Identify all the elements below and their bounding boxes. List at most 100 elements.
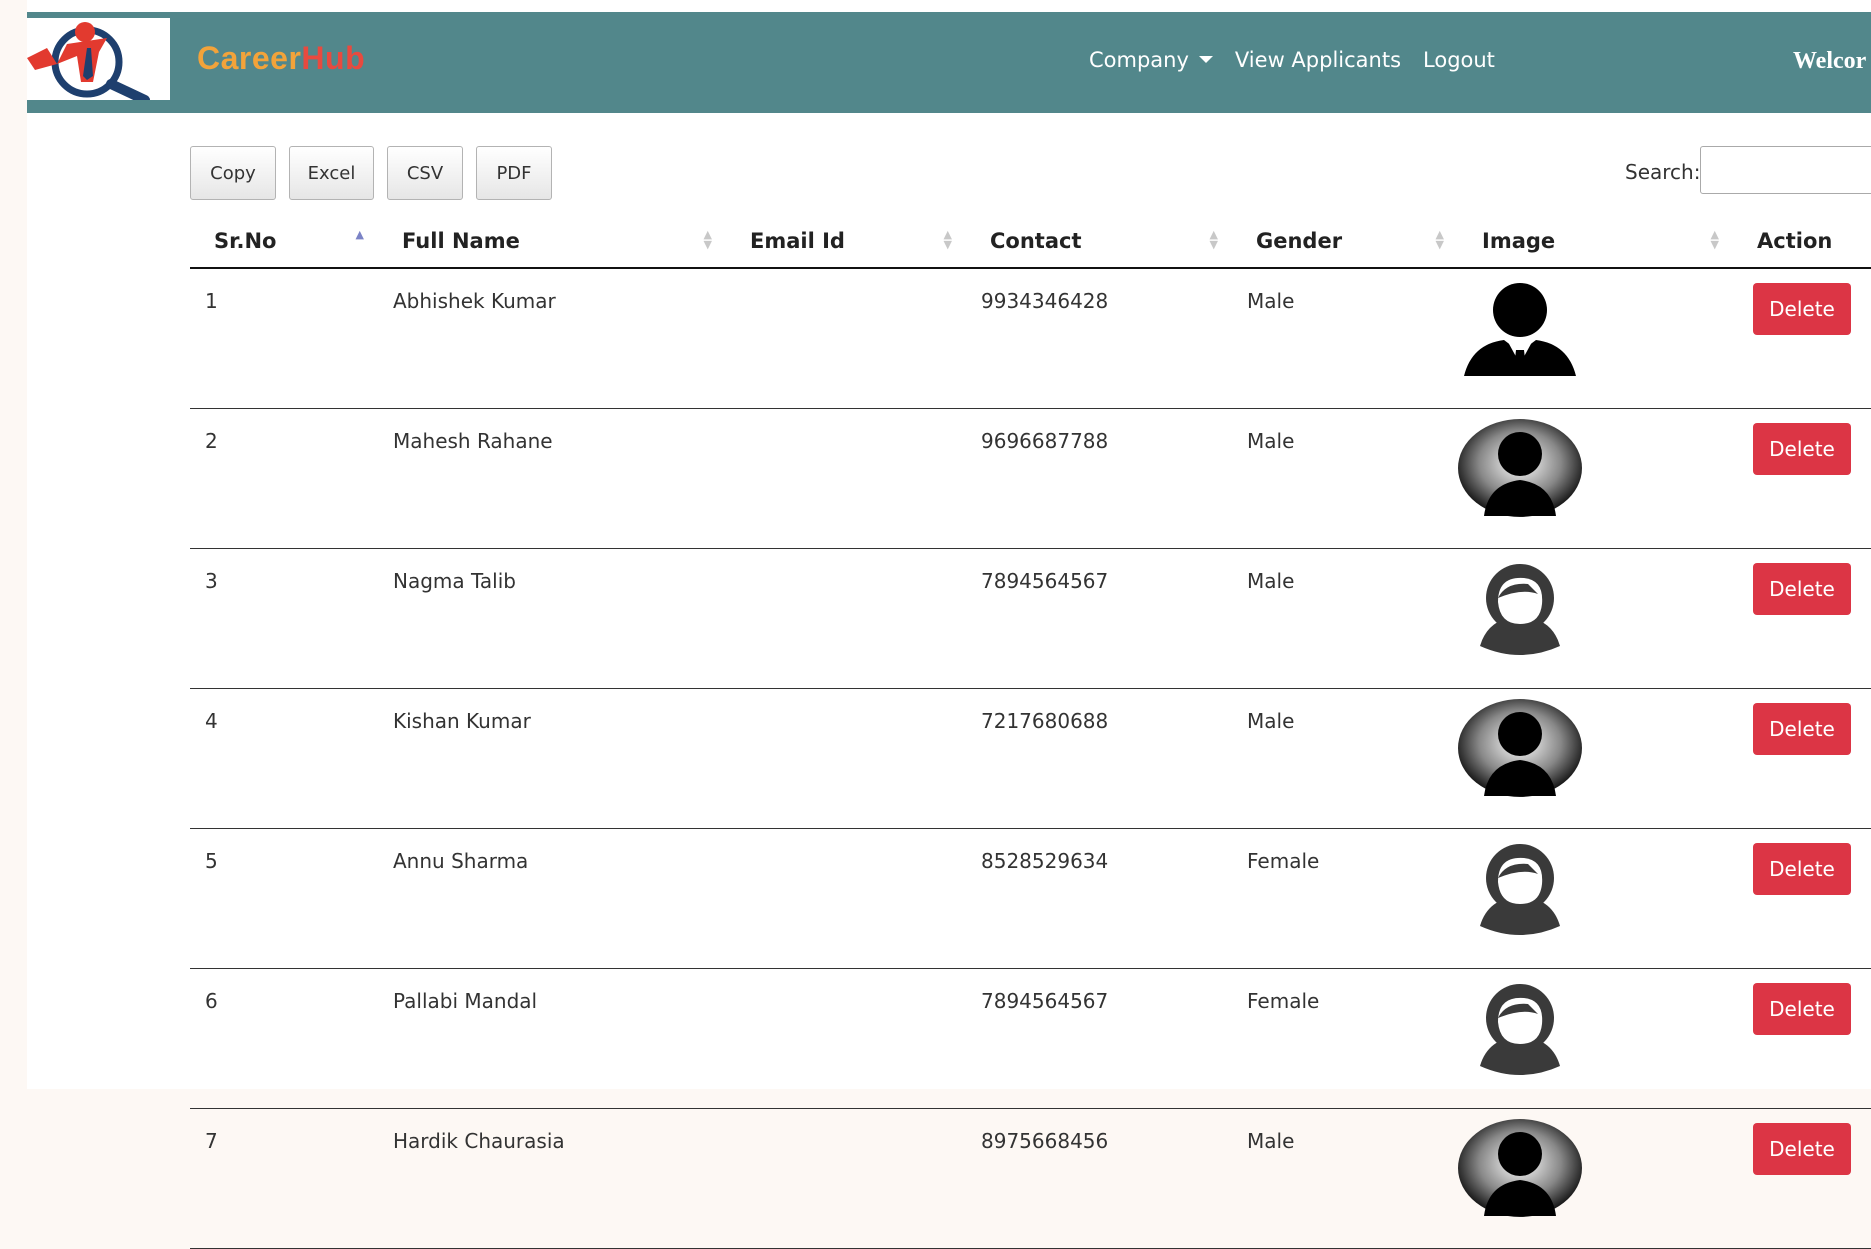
cell-srno: 3 xyxy=(190,548,378,689)
cell-image xyxy=(1458,548,1733,689)
cell-contact: 8975668456 xyxy=(966,1108,1232,1249)
applicants-table: Sr.No ▲ Full Name ▲ ▼ Email Id ▲ ▼ Contact ▲ ▼ … xyxy=(190,215,1871,1249)
cell-image xyxy=(1458,688,1733,829)
search-input[interactable] xyxy=(1700,146,1871,194)
header-email[interactable]: Email Id ▲ ▼ xyxy=(726,215,966,269)
cell-email xyxy=(726,828,966,969)
cell-gender: Female xyxy=(1232,968,1458,1109)
sort-icon: ▲ ▼ xyxy=(1209,228,1218,251)
cell-image xyxy=(1458,828,1733,969)
cell-email xyxy=(726,1108,966,1249)
nav-view-applicants[interactable]: View Applicants xyxy=(1235,48,1401,72)
male-silhouette-avatar-icon xyxy=(1458,698,1582,803)
cell-srno: 5 xyxy=(190,828,378,969)
brand-name-part2: Hub xyxy=(301,40,366,76)
cell-srno: 2 xyxy=(190,408,378,549)
delete-button[interactable]: Delete xyxy=(1753,1123,1851,1175)
cell-contact: 7217680688 xyxy=(966,688,1232,829)
male-suit-avatar-icon xyxy=(1458,278,1582,383)
nav-company-label: Company xyxy=(1089,48,1189,72)
cell-action: Delete xyxy=(1733,688,1871,829)
header-image[interactable]: Image ▲ ▼ xyxy=(1458,215,1733,269)
header-srno[interactable]: Sr.No ▲ xyxy=(190,215,378,269)
cell-action: Delete xyxy=(1733,1108,1871,1249)
sort-icon: ▲ ▼ xyxy=(1710,228,1719,251)
cell-action: Delete xyxy=(1733,268,1871,409)
sort-icon: ▲ ▼ xyxy=(703,228,712,251)
cell-srno: 4 xyxy=(190,688,378,829)
cell-contact: 7894564567 xyxy=(966,968,1232,1109)
cell-image xyxy=(1458,1108,1733,1249)
cell-srno: 1 xyxy=(190,268,378,409)
sort-icon: ▲ ▼ xyxy=(1435,228,1444,251)
cell-gender: Male xyxy=(1232,688,1458,829)
delete-button[interactable]: Delete xyxy=(1753,983,1851,1035)
brand-name-part1: Career xyxy=(197,40,302,76)
careerhub-logo[interactable] xyxy=(27,18,170,100)
table-row: 1 Abhishek Kumar 9934346428 Male Delete xyxy=(190,268,1871,409)
delete-button[interactable]: Delete xyxy=(1753,843,1851,895)
cell-email xyxy=(726,268,966,409)
table-row: 2 Mahesh Rahane 9696687788 Male Delete xyxy=(190,408,1871,549)
cell-contact: 8528529634 xyxy=(966,828,1232,969)
table-header-row: Sr.No ▲ Full Name ▲ ▼ Email Id ▲ ▼ Contact ▲ ▼ … xyxy=(190,215,1871,269)
nav-links: Company View Applicants Logout xyxy=(1089,48,1495,72)
sort-asc-icon: ▲ xyxy=(355,228,364,241)
table-row: 6 Pallabi Mandal 7894564567 Female Delete xyxy=(190,968,1871,1109)
cell-full-name: Mahesh Rahane xyxy=(378,408,726,549)
cell-srno: 7 xyxy=(190,1108,378,1249)
header-action[interactable]: Action xyxy=(1733,215,1871,269)
delete-button[interactable]: Delete xyxy=(1753,423,1851,475)
delete-button[interactable]: Delete xyxy=(1753,283,1851,335)
header-email-label: Email Id xyxy=(750,229,845,253)
excel-button[interactable]: Excel xyxy=(289,146,374,200)
cell-action: Delete xyxy=(1733,828,1871,969)
sort-icon: ▲ ▼ xyxy=(943,228,952,251)
header-gender[interactable]: Gender ▲ ▼ xyxy=(1232,215,1458,269)
cell-full-name: Annu Sharma xyxy=(378,828,726,969)
cell-full-name: Pallabi Mandal xyxy=(378,968,726,1109)
header-contact[interactable]: Contact ▲ ▼ xyxy=(966,215,1232,269)
cell-email xyxy=(726,968,966,1109)
cell-contact: 9696687788 xyxy=(966,408,1232,549)
cell-action: Delete xyxy=(1733,548,1871,689)
delete-button[interactable]: Delete xyxy=(1753,563,1851,615)
table-row: 4 Kishan Kumar 7217680688 Male Delete xyxy=(190,688,1871,829)
cell-full-name: Kishan Kumar xyxy=(378,688,726,829)
cell-image xyxy=(1458,968,1733,1109)
female-outline-avatar-icon xyxy=(1458,978,1582,1083)
cell-email xyxy=(726,548,966,689)
nav-logout[interactable]: Logout xyxy=(1423,48,1495,72)
cell-image xyxy=(1458,408,1733,549)
table-row: 7 Hardik Chaurasia 8975668456 Male Delete xyxy=(190,1108,1871,1249)
pdf-button[interactable]: PDF xyxy=(476,146,552,200)
header-full-name-label: Full Name xyxy=(402,229,520,253)
brand-name[interactable]: CareerHub xyxy=(197,40,365,77)
header-srno-label: Sr.No xyxy=(214,229,277,253)
female-outline-avatar-icon xyxy=(1458,838,1582,943)
chevron-down-icon xyxy=(1198,55,1213,63)
cell-email xyxy=(726,688,966,829)
cell-gender: Female xyxy=(1232,828,1458,969)
header-full-name[interactable]: Full Name ▲ ▼ xyxy=(378,215,726,269)
cell-srno: 6 xyxy=(190,968,378,1109)
cell-gender: Male xyxy=(1232,268,1458,409)
cell-contact: 9934346428 xyxy=(966,268,1232,409)
cell-gender: Male xyxy=(1232,548,1458,689)
header-action-label: Action xyxy=(1757,229,1833,253)
delete-button[interactable]: Delete xyxy=(1753,703,1851,755)
csv-button[interactable]: CSV xyxy=(387,146,463,200)
cell-gender: Male xyxy=(1232,1108,1458,1249)
cell-full-name: Nagma Talib xyxy=(378,548,726,689)
welcome-text: Welcor xyxy=(1793,48,1867,74)
cell-email xyxy=(726,408,966,549)
top-navbar: CareerHub Company View Applicants Logout… xyxy=(27,12,1871,113)
cell-full-name: Abhishek Kumar xyxy=(378,268,726,409)
cell-full-name: Hardik Chaurasia xyxy=(378,1108,726,1249)
search-label: Search: xyxy=(1625,160,1701,184)
header-gender-label: Gender xyxy=(1256,229,1343,253)
female-outline-avatar-icon xyxy=(1458,558,1582,663)
male-silhouette-avatar-icon xyxy=(1458,418,1582,523)
copy-button[interactable]: Copy xyxy=(190,146,276,200)
nav-company-dropdown[interactable]: Company xyxy=(1089,48,1213,72)
